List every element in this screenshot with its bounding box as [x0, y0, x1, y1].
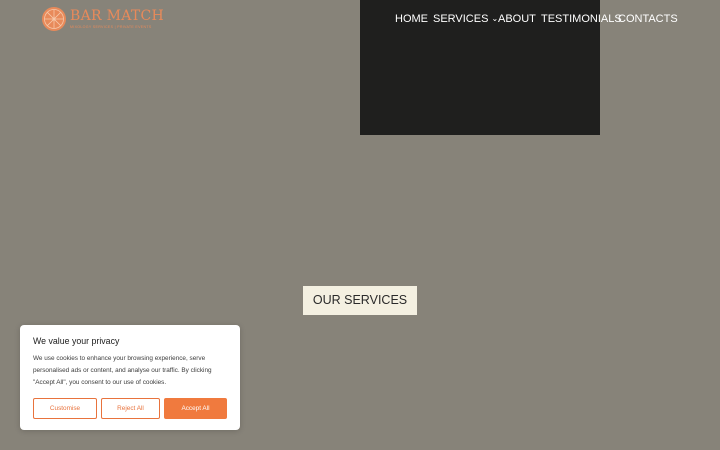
brand-logo[interactable]: BAR MATCH MIXOLOGY SERVICES | PRIVATE EV…	[41, 4, 164, 34]
cookie-consent-banner: We value your privacy We use cookies to …	[20, 325, 240, 430]
cookie-banner-text: We use cookies to enhance your browsing …	[33, 355, 212, 386]
services-heading: OUR SERVICES	[303, 286, 417, 315]
customise-button[interactable]: Customise	[33, 398, 97, 419]
page: BAR MATCH MIXOLOGY SERVICES | PRIVATE EV…	[0, 0, 720, 450]
cookie-banner-title: We value your privacy	[33, 336, 120, 346]
nav-item-services-label: SERVICES	[433, 13, 489, 25]
nav-item-services[interactable]: SERVICES ⌄	[433, 12, 498, 26]
brand-text: BAR MATCH MIXOLOGY SERVICES | PRIVATE EV…	[70, 7, 165, 30]
accept-all-button[interactable]: Accept All	[164, 398, 227, 419]
citrus-slice-icon	[42, 7, 66, 31]
brand-tagline: MIXOLOGY SERVICES | PRIVATE EVENTS	[70, 24, 152, 29]
nav-item-home[interactable]: HOME	[395, 12, 428, 26]
brand-name: BAR MATCH	[70, 7, 165, 24]
nav-item-contacts[interactable]: CONTACTS	[618, 12, 678, 26]
nav-item-about[interactable]: ABOUT	[498, 12, 536, 26]
reject-all-button[interactable]: Reject All	[101, 398, 160, 419]
nav-item-testimonials[interactable]: TESTIMONIALS	[541, 12, 622, 26]
